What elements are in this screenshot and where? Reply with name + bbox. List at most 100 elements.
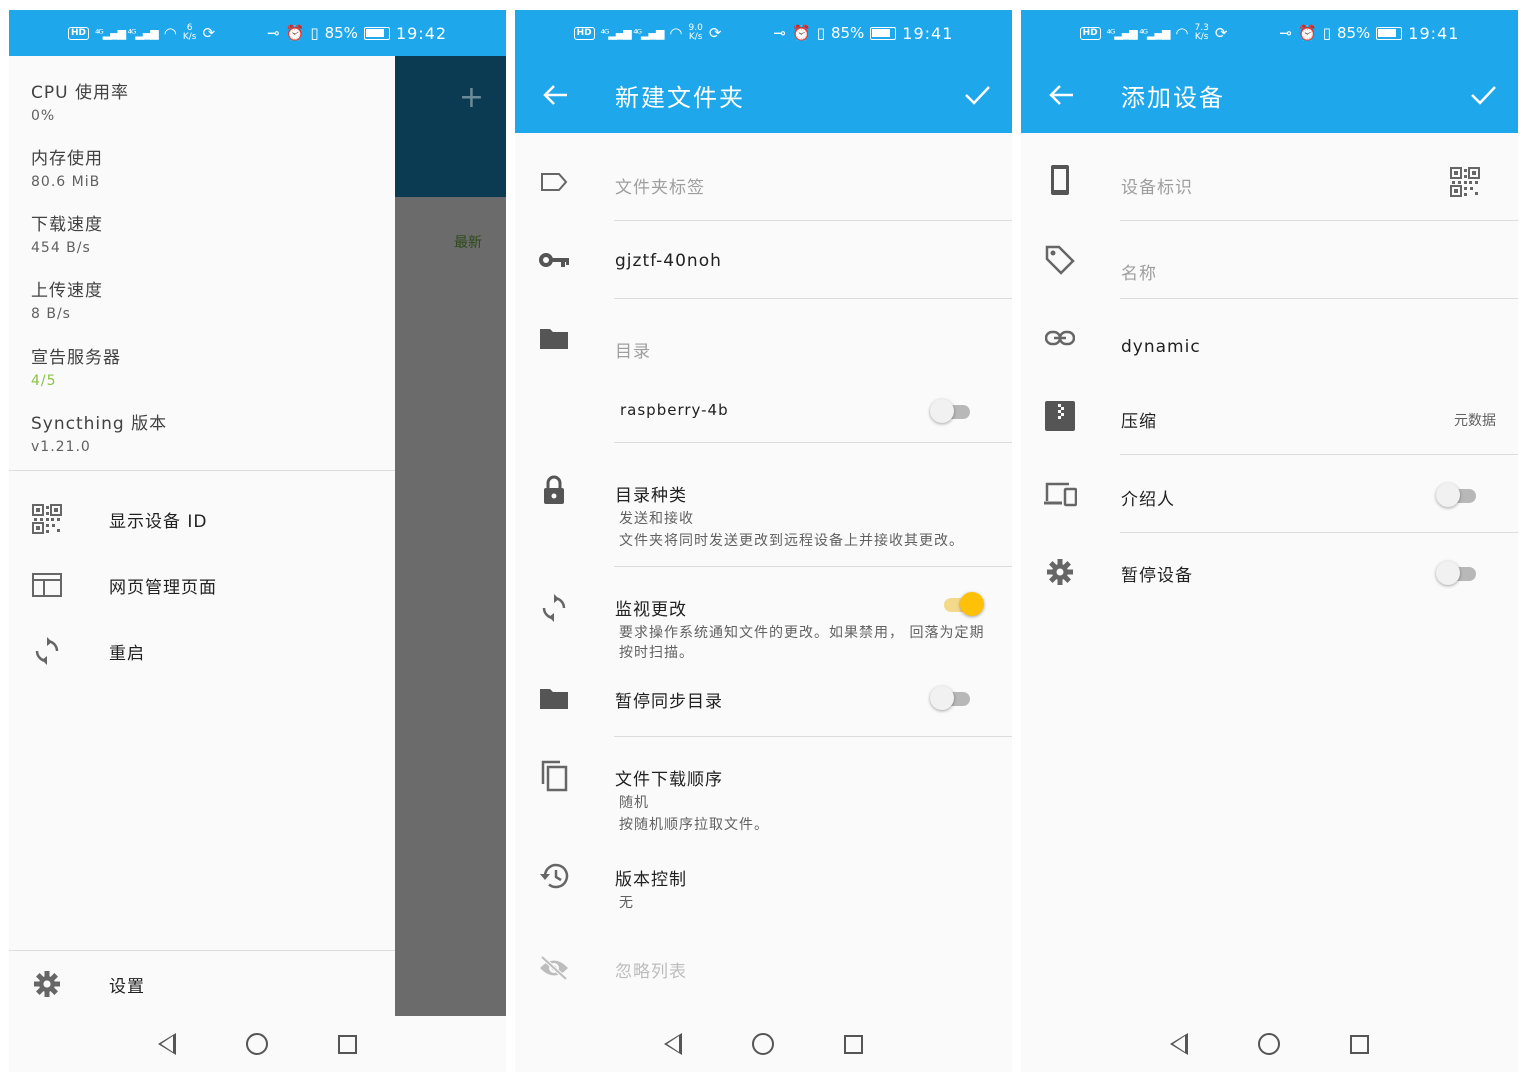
device-id-field[interactable]: 设备标识 [1021, 133, 1518, 221]
battery-icon [363, 26, 390, 40]
menu-label: 显示设备 ID [109, 511, 208, 532]
menu-label: 设置 [109, 976, 145, 997]
watch-desc: 要求操作系统通知文件的更改。如果禁用， 回落为定期按时扫描。 [619, 625, 985, 661]
pause-folder-switch[interactable] [930, 686, 974, 710]
net-speed: 7.3 K/s [1194, 23, 1209, 42]
navigation-drawer: CPU 使用率 0% 内存使用 80.6 MiB 下载速度 454 B/s 上传… [9, 56, 395, 1016]
folder-type-value: 发送和接收 [619, 511, 694, 527]
key-icon: ⊸ [1279, 24, 1292, 42]
sync-status-icon: ⟳ [708, 24, 722, 42]
folder-type-desc: 文件夹将同时发送更改到远程设备上并接收其更改。 [619, 533, 964, 549]
qr-code-icon [31, 503, 63, 535]
compression-title: 压缩 [1121, 412, 1157, 432]
back-arrow-icon[interactable] [1047, 80, 1077, 110]
share-device-switch[interactable] [930, 399, 974, 423]
device-name-field[interactable]: 名称 [1021, 221, 1518, 299]
show-device-id-item[interactable]: 显示设备 ID [9, 491, 395, 547]
signal-icon: ⁴ᴳ▂▄▆ ⁴ᴳ▂▄▆ [600, 26, 665, 40]
share-device-row[interactable]: raspberry-4b [515, 377, 1012, 443]
folder-type-row[interactable]: 目录种类 发送和接收 文件夹将同时发送更改到远程设备上并接收其更改。 [515, 443, 1012, 567]
stat-label: 下载速度 [31, 215, 103, 235]
page-title: 添加设备 [1121, 84, 1225, 112]
back-nav-icon[interactable] [158, 1033, 176, 1055]
pause-folder-row[interactable]: 暂停同步目录 [515, 679, 1012, 737]
pull-order-value: 随机 [619, 795, 649, 811]
new-folder-screen: HD ⁴ᴳ▂▄▆ ⁴ᴳ▂▄▆ ◠ 9.0 K/s ⟳ ⊸ ⏰ ▯ 85% 19:4… [515, 10, 1012, 1072]
web-gui-item[interactable]: 网页管理页面 [9, 557, 395, 613]
battery-icon [870, 26, 897, 40]
stat-download: 下载速度 454 B/s [31, 210, 103, 256]
app-bar: 新建文件夹 [515, 56, 1012, 133]
folder-label-placeholder: 文件夹标签 [615, 178, 705, 198]
signal-icon: ⁴ᴳ▂▄▆ ⁴ᴳ▂▄▆ [94, 26, 159, 40]
drawer-scrim[interactable]: + 最新 [395, 56, 506, 1016]
check-icon[interactable] [1468, 80, 1498, 110]
sync-status-icon: ⟳ [202, 24, 216, 42]
net-speed: 6 K/s [182, 23, 197, 42]
introducer-row[interactable]: 介绍人 [1021, 455, 1518, 533]
vibrate-icon: ▯ [1322, 24, 1331, 42]
alarm-icon: ⏰ [1298, 24, 1317, 42]
gear-icon [31, 968, 63, 1000]
home-nav-icon[interactable] [1258, 1033, 1280, 1055]
stat-label: 内存使用 [31, 149, 103, 169]
settings-item[interactable]: 设置 [9, 956, 395, 1012]
lock-icon [537, 473, 571, 507]
sync-status-icon: ⟳ [1214, 24, 1228, 42]
key-icon: ⊸ [773, 24, 786, 42]
home-nav-icon[interactable] [752, 1033, 774, 1055]
pause-device-row[interactable]: 暂停设备 [1021, 533, 1518, 611]
address-field[interactable]: dynamic [1021, 299, 1518, 377]
alarm-icon: ⏰ [285, 24, 305, 42]
ignore-list-row: 忽略列表 [515, 923, 1012, 1013]
recents-nav-icon[interactable] [338, 1034, 357, 1054]
web-icon [31, 569, 63, 601]
back-arrow-icon[interactable] [541, 80, 571, 110]
recents-nav-icon[interactable] [844, 1034, 863, 1054]
gear-icon [1043, 555, 1077, 589]
history-icon [537, 859, 571, 893]
watch-changes-switch[interactable] [940, 592, 984, 616]
folder-icon [537, 681, 571, 715]
device-name-placeholder: 名称 [1121, 264, 1157, 284]
wifi-icon: ◠ [1175, 24, 1189, 42]
recents-nav-icon[interactable] [1350, 1034, 1369, 1054]
restart-item[interactable]: 重启 [9, 623, 395, 679]
stat-version: Syncthing 版本 v1.21.0 [31, 409, 167, 455]
stat-label: 宣告服务器 [31, 348, 121, 368]
system-nav-bar [515, 1016, 1012, 1072]
versioning-value: 无 [619, 895, 634, 911]
stat-value: 4/5 [31, 373, 57, 389]
clock: 19:42 [395, 23, 448, 43]
page-title: 新建文件夹 [615, 84, 745, 112]
stat-cpu: CPU 使用率 0% [31, 78, 129, 124]
sync-icon [537, 591, 571, 625]
key-icon [537, 243, 571, 277]
pull-order-row[interactable]: 文件下载顺序 随机 按随机顺序拉取文件。 [515, 737, 1012, 841]
drawer-screen: HD ⁴ᴳ▂▄▆ ⁴ᴳ▂▄▆ ◠ 6 K/s ⟳ ⊸ ⏰ ▯ 85% 19:42 … [9, 10, 506, 1072]
directory-field[interactable]: 目录 [515, 299, 1012, 377]
stat-memory: 内存使用 80.6 MiB [31, 144, 103, 190]
hd-icon: HD [67, 26, 89, 40]
back-nav-icon[interactable] [1170, 1033, 1188, 1055]
address-value: dynamic [1121, 337, 1201, 357]
system-nav-bar [9, 1016, 506, 1072]
hd-icon: HD [573, 26, 595, 40]
battery-percent: 85% [324, 24, 358, 42]
folder-id-field[interactable]: gjztf-40noh [515, 221, 1012, 299]
link-icon [1043, 321, 1077, 355]
back-nav-icon[interactable] [664, 1033, 682, 1055]
watch-changes-row[interactable]: 监视更改 要求操作系统通知文件的更改。如果禁用， 回落为定期按时扫描。 [515, 567, 1012, 679]
add-device-screen: HD ⁴ᴳ▂▄▆ ⁴ᴳ▂▄▆ ◠ 7.3 K/s ⟳ ⊸ ⏰ ▯ 85% 19:4… [1021, 10, 1518, 1072]
pause-device-switch[interactable] [1436, 561, 1480, 585]
stat-label: 上传速度 [31, 281, 103, 301]
hd-icon: HD [1079, 26, 1101, 40]
versioning-row[interactable]: 版本控制 无 [515, 841, 1012, 923]
app-bar: 添加设备 [1021, 56, 1518, 133]
folder-label-field[interactable]: 文件夹标签 [515, 133, 1012, 221]
qr-scan-icon[interactable] [1450, 167, 1480, 201]
home-nav-icon[interactable] [246, 1033, 268, 1055]
introducer-switch[interactable] [1436, 483, 1480, 507]
check-icon[interactable] [962, 80, 992, 110]
compression-row[interactable]: 压缩 元数据 [1021, 377, 1518, 455]
